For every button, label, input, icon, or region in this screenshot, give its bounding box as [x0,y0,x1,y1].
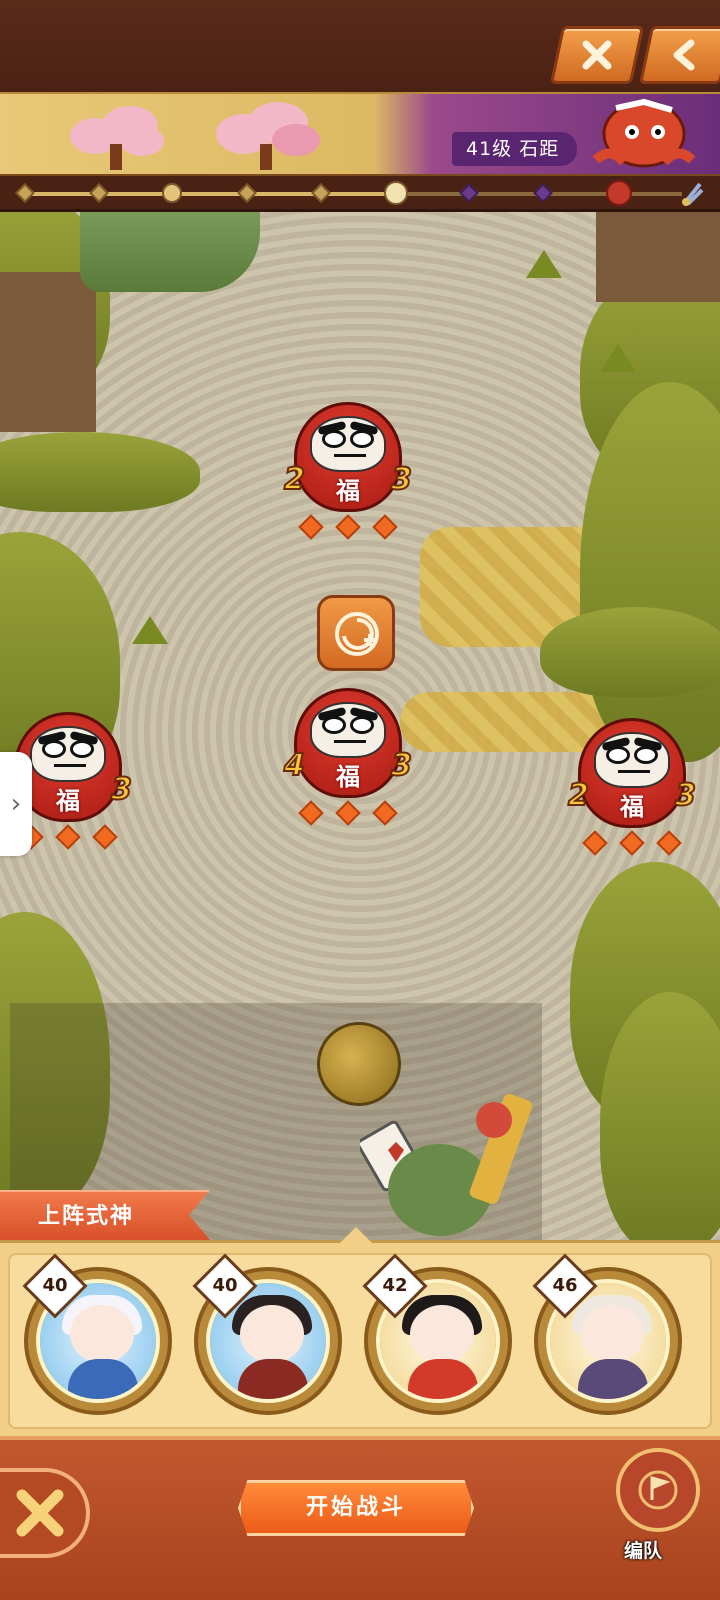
close-icon [16,1489,64,1537]
spiral-seal-icon [335,612,379,656]
shikigami-slot[interactable]: 40 [22,1253,174,1417]
treasure-node-button[interactable] [317,595,395,671]
daruma-right-number: 3 [390,461,413,498]
shikigami-roster: 40 40 42 46 [0,1227,720,1436]
difficulty-stars [298,514,398,540]
progress-node [459,183,479,203]
star-icon [582,830,608,856]
sakura-tree-icon [212,100,322,170]
star-icon [335,800,361,826]
close-icon [582,40,612,70]
star-icon [619,830,645,856]
star-icon [55,824,81,850]
side-drawer-toggle[interactable]: › [0,752,32,856]
difficulty-stars [582,830,682,856]
progress-node [533,183,553,203]
start-battle-button[interactable]: 开始战斗 [238,1480,474,1536]
formation-label: 编队 [624,1540,663,1562]
stage-level-label: 41级 石距 [452,132,578,166]
daruma-right-number: 3 [110,771,133,808]
back-arrow-icon [673,39,695,71]
star-icon [298,800,324,826]
star-icon [92,824,118,850]
flag-drum-icon [616,1448,700,1532]
daruma-left-number: 4 [283,747,306,784]
top-bar [0,0,720,92]
progress-node [237,183,257,203]
daruma-left-number: 2 [283,461,306,498]
back-button[interactable] [638,26,720,84]
stage-progress-track [0,176,720,212]
close-button[interactable] [549,26,645,84]
shikigami-slot[interactable]: 42 [362,1253,514,1417]
daruma-right-number: 3 [674,777,697,814]
star-icon [298,514,324,540]
octopus-boss-icon [592,98,696,168]
daruma-left-number: 2 [567,777,590,814]
progress-current-node [384,181,408,205]
difficulty-stars [298,800,398,826]
daruma-right-number: 3 [390,747,413,784]
star-icon [372,800,398,826]
cancel-button[interactable] [0,1468,90,1558]
progress-node [15,183,35,203]
bottom-action-bar: 开始战斗 编队 [0,1436,720,1600]
star-icon [656,830,682,856]
daruma-character: 福 [336,477,360,505]
progress-boss-node [606,180,632,206]
progress-chest-node [162,183,182,203]
shikigami-slot[interactable]: 40 [192,1253,344,1417]
sakura-tree-icon [62,100,172,170]
stage-banner: 41级 石距 [0,92,720,176]
difficulty-stars [18,824,118,850]
daruma-character: 福 [336,763,360,791]
star-icon [335,514,361,540]
shikigami-slot[interactable]: 46 [532,1253,684,1417]
daruma-character: 福 [620,793,644,821]
fan-key-icon [682,182,704,206]
daruma-character: 福 [56,787,80,815]
daruma-enemy[interactable]: 福 4 3 [283,688,413,838]
ghost-warrior-icon [360,1093,533,1236]
roster-section-label: 上阵式神 [0,1190,210,1240]
progress-node [311,183,331,203]
chevron-right-icon: › [10,789,22,819]
daruma-enemy[interactable]: 福 2 3 [283,402,413,552]
star-icon [372,514,398,540]
daruma-enemy[interactable]: 福 2 3 [567,718,697,868]
progress-node [89,183,109,203]
formation-button[interactable]: 编队 [606,1448,706,1588]
